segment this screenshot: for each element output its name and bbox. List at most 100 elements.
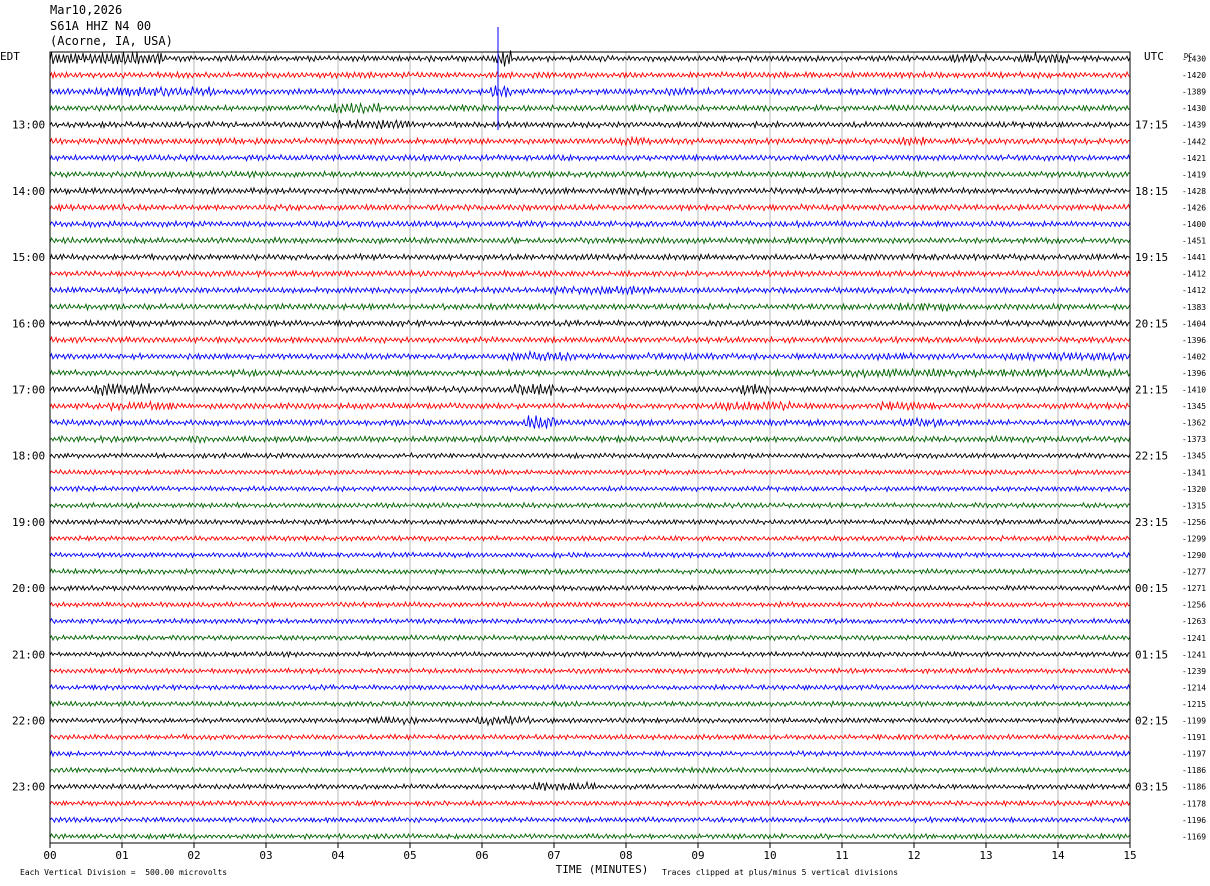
edt-hour-label: 15:00 [12,251,45,264]
seismic-trace [49,203,1131,213]
edt-hour-label: 22:00 [12,715,45,728]
date-label: Mar10,2026 [50,3,123,17]
dc-offset-label: -1345 [1182,452,1206,461]
edt-hour-label: 18:00 [12,450,45,463]
x-tick-label: 15 [1123,849,1136,862]
dc-offset-label: -1419 [1182,170,1206,179]
dc-offset-label: -1186 [1182,766,1206,775]
seismic-trace [49,186,1131,197]
dc-offset-label: -1299 [1182,534,1206,543]
utc-hour-label: 22:15 [1135,450,1168,463]
x-axis-title: TIME (MINUTES) [556,863,649,876]
seismic-trace [49,399,1131,413]
dc-offset-label: -1169 [1182,832,1206,841]
seismic-trace [49,318,1131,328]
dc-offset-label: -1256 [1182,601,1206,610]
dc-offset-label: -1373 [1182,435,1206,444]
dc-offset-label: -1451 [1182,237,1206,246]
edt-hour-label: 16:00 [12,317,45,330]
seismic-trace [49,766,1131,775]
location-label: (Acorne, IA, USA) [50,34,173,48]
seismic-trace [49,633,1131,642]
dc-offset-label: -1428 [1182,187,1206,196]
x-tick-label: 02 [187,849,200,862]
utc-hour-label: 01:15 [1135,648,1168,661]
dc-offset-label: -1439 [1182,121,1206,130]
seismic-trace [49,101,1131,114]
utc-hour-label: 23:15 [1135,516,1168,529]
dc-offset-label: -1412 [1182,270,1206,279]
dc-offset-label: -1389 [1182,88,1206,97]
x-tick-label: 07 [547,849,560,862]
seismic-trace [49,153,1131,163]
seismic-trace [49,335,1131,345]
seismic-trace [49,219,1131,229]
seismic-trace [49,484,1131,493]
seismic-trace [49,600,1131,609]
dc-offset-label: -1214 [1182,683,1206,692]
seismic-trace [49,551,1131,559]
seismic-trace [49,50,1131,67]
seismic-trace [49,118,1131,130]
dc-offset-label: -1442 [1182,137,1206,146]
seismic-trace [49,617,1131,626]
seismic-trace [49,451,1131,460]
seismic-trace [49,650,1131,659]
x-tick-label: 06 [475,849,488,862]
x-tick-label: 12 [907,849,920,862]
seismic-trace [49,699,1131,708]
dc-offset-label: -1191 [1182,733,1206,742]
seismic-trace [49,70,1131,80]
seismic-trace [49,468,1131,477]
seismic-trace [49,733,1131,742]
x-tick-label: 14 [1051,849,1065,862]
dc-offset-label: -1421 [1182,154,1206,163]
edt-hour-label: 19:00 [12,516,45,529]
seismic-trace [49,252,1131,262]
scale-note: Each Vertical Division = 500.00 microvol… [20,868,228,877]
right-axis-title: UTC [1144,50,1164,63]
seismic-trace [49,501,1131,510]
seismic-trace [49,567,1131,576]
clip-note: Traces clipped at plus/minus 5 vertical … [662,868,899,877]
dc-offset-label: -1263 [1182,617,1206,626]
seismic-trace [49,517,1131,526]
utc-hour-label: 21:15 [1135,384,1168,397]
x-tick-label: 09 [691,849,704,862]
seismic-trace [49,285,1131,296]
seismic-trace [49,799,1131,808]
seismic-trace [49,349,1131,363]
plot-border [49,51,1131,844]
x-tick-label: 13 [979,849,992,862]
edt-hour-label: 21:00 [12,648,45,661]
dc-offset-label: -1396 [1182,336,1206,345]
station-label: S61A HHZ N4 00 [50,19,152,33]
utc-hour-label: 03:15 [1135,781,1168,794]
seismic-trace [49,269,1131,279]
dc-offset-label: -1383 [1182,303,1206,312]
dc-offset-label: -1239 [1182,667,1206,676]
dc-offset-label: -1402 [1182,352,1206,361]
edt-hour-label: 17:00 [12,384,45,397]
dc-offset-label: -1410 [1182,386,1206,395]
dc-offset-label: -1441 [1182,253,1206,262]
seismic-trace [49,415,1131,430]
dc-offset-label: -1241 [1182,650,1206,659]
utc-hour-label: 00:15 [1135,582,1168,595]
x-tick-label: 04 [331,849,345,862]
x-tick-label: 08 [619,849,632,862]
left-axis-title: EDT [0,50,20,63]
seismic-trace [49,301,1131,312]
edt-hour-label: 23:00 [12,781,45,794]
time-gridlines [121,52,1059,843]
helicorder-plot: -1430-1420-1389-1430-1439-1442-1421-1419… [0,27,1206,876]
x-tick-label: 11 [835,849,848,862]
dc-column-title: DC [1184,52,1192,60]
dc-offset-label: -1241 [1182,634,1206,643]
dc-offset-label: -1290 [1182,551,1206,560]
utc-hour-label: 02:15 [1135,715,1168,728]
seismic-trace [49,832,1131,841]
dc-offset-label: -1271 [1182,584,1206,593]
dc-offset-label: -1315 [1182,501,1206,510]
seismic-trace [49,715,1131,727]
